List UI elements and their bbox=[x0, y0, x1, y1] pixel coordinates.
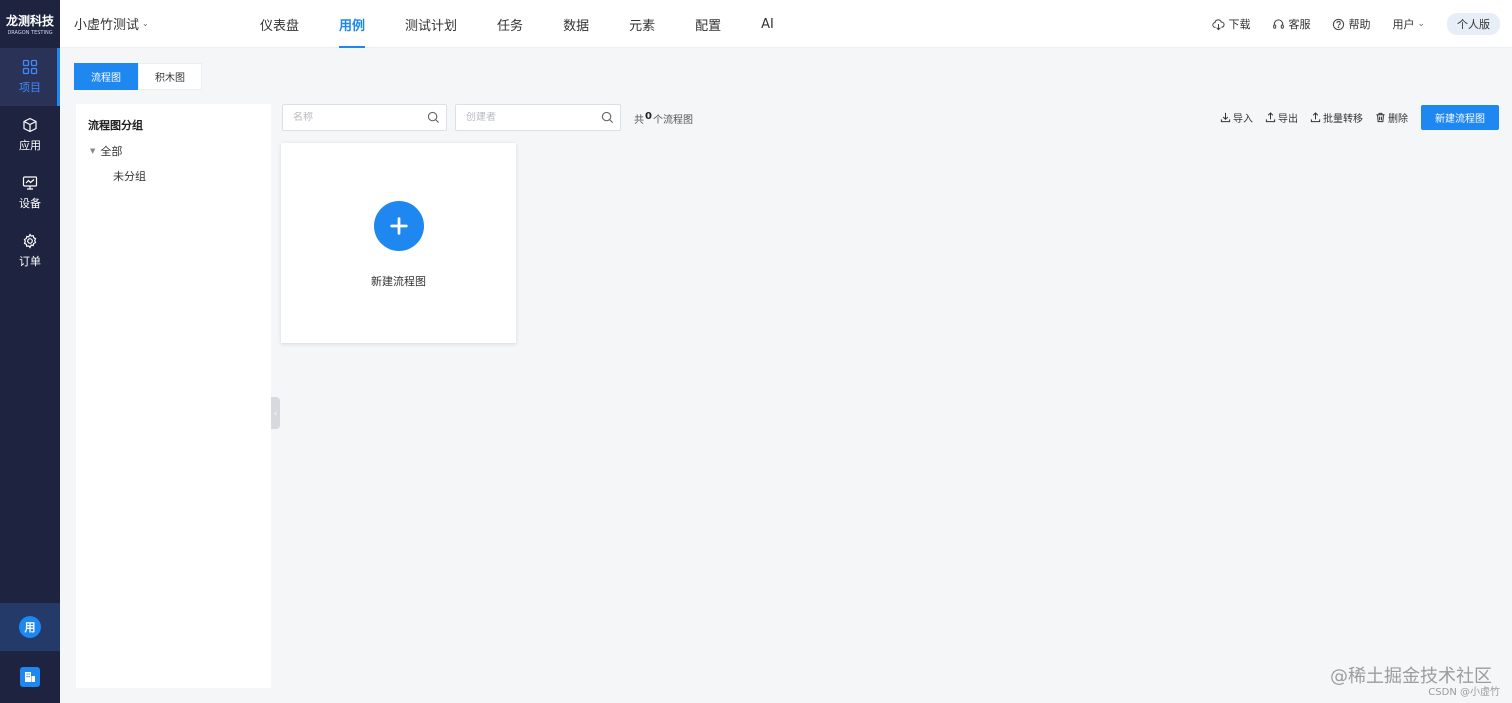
caret-down-icon: ▼ bbox=[90, 147, 96, 155]
creator-search bbox=[455, 104, 621, 131]
toggle-flowchart[interactable]: 流程图 bbox=[74, 63, 138, 90]
headset-icon bbox=[1273, 18, 1285, 29]
group-all[interactable]: ▼ 全部 bbox=[90, 143, 122, 159]
count-suffix: 个流程图 bbox=[652, 115, 693, 126]
sidebar-item-label: 设备 bbox=[19, 197, 41, 210]
tab-data[interactable]: 数据 bbox=[553, 0, 599, 48]
sidebar-item-label: 项目 bbox=[19, 81, 41, 94]
count-value: 0 bbox=[645, 111, 652, 122]
cloud-download-icon bbox=[1212, 18, 1226, 30]
grid-icon bbox=[22, 59, 38, 75]
sidebar-item-apps[interactable]: 应用 bbox=[0, 106, 60, 164]
help-label: 帮助 bbox=[1348, 18, 1371, 31]
brand-name: 龙测科技 bbox=[5, 14, 54, 28]
chevron-down-icon: ⌄ bbox=[142, 19, 149, 28]
service-label: 客服 bbox=[1288, 18, 1311, 31]
avatar: 用 bbox=[19, 616, 41, 638]
top-header: 小虚竹测试 ⌄ 仪表盘 用例 测试计划 任务 数据 元素 配置 AI 下载 客服… bbox=[60, 0, 1512, 48]
import-icon bbox=[1220, 112, 1231, 123]
batch-move-label: 批量转移 bbox=[1323, 114, 1363, 125]
count-prefix: 共 bbox=[634, 115, 644, 126]
group-panel-title: 流程图分组 bbox=[88, 119, 143, 132]
view-toggle: 流程图 积木图 bbox=[74, 63, 202, 90]
watermark-subtext: CSDN @小虚竹 bbox=[1428, 687, 1500, 698]
import-button[interactable]: 导入 bbox=[1220, 110, 1253, 125]
group-panel: 流程图分组 ▼ 全部 未分组 bbox=[76, 104, 271, 688]
brand-logo[interactable]: 龙测科技 DRAGON TESTING bbox=[0, 0, 60, 48]
top-nav: 仪表盘 用例 测试计划 任务 数据 元素 配置 AI bbox=[250, 0, 804, 48]
new-flowchart-card[interactable]: 新建流程图 bbox=[281, 143, 516, 343]
left-sidebar: 龙测科技 DRAGON TESTING 项目 应用 设备 订单 用 bbox=[0, 0, 60, 703]
sidebar-item-label: 订单 bbox=[19, 255, 41, 268]
upload-icon bbox=[1310, 112, 1321, 123]
tab-test-plan[interactable]: 测试计划 bbox=[395, 0, 467, 48]
sidebar-item-devices[interactable]: 设备 bbox=[0, 164, 60, 222]
user-label: 用户 bbox=[1392, 18, 1415, 31]
tab-dashboard[interactable]: 仪表盘 bbox=[250, 0, 309, 48]
company-button[interactable] bbox=[0, 651, 60, 703]
search-icon[interactable] bbox=[601, 111, 614, 124]
sidebar-item-project[interactable]: 项目 bbox=[0, 48, 60, 106]
export-label: 导出 bbox=[1278, 114, 1298, 125]
tab-ai[interactable]: AI bbox=[751, 0, 784, 48]
tab-config[interactable]: 配置 bbox=[685, 0, 731, 48]
import-label: 导入 bbox=[1233, 114, 1253, 125]
tab-tasks[interactable]: 任务 bbox=[487, 0, 533, 48]
project-selector[interactable]: 小虚竹测试 ⌄ bbox=[74, 14, 149, 33]
sidebar-item-label: 应用 bbox=[19, 139, 41, 152]
help-icon bbox=[1333, 18, 1345, 30]
user-menu[interactable]: 用 bbox=[0, 603, 60, 651]
user-dropdown[interactable]: 用户 ⌄ bbox=[1392, 16, 1425, 32]
export-icon bbox=[1265, 112, 1276, 123]
tab-elements[interactable]: 元素 bbox=[619, 0, 665, 48]
group-all-label: 全部 bbox=[100, 145, 123, 158]
brand-name-en: DRAGON TESTING bbox=[7, 30, 53, 36]
help-link[interactable]: 帮助 bbox=[1332, 16, 1370, 32]
name-search bbox=[282, 104, 447, 131]
delete-label: 删除 bbox=[1388, 114, 1408, 125]
group-ungrouped[interactable]: 未分组 bbox=[113, 168, 146, 184]
new-flowchart-label: 新建流程图 bbox=[371, 275, 426, 288]
toggle-blocks[interactable]: 积木图 bbox=[138, 63, 202, 90]
sidebar-bottom: 用 bbox=[0, 603, 60, 703]
monitor-icon bbox=[22, 176, 38, 190]
header-actions: 下载 客服 帮助 用户 ⌄ 个人版 bbox=[1212, 0, 1500, 48]
plus-icon bbox=[374, 201, 424, 251]
flow-count: 共 0 个流程图 bbox=[634, 111, 693, 126]
download-label: 下载 bbox=[1228, 18, 1251, 31]
chevron-down-icon: ⌄ bbox=[1417, 19, 1425, 29]
name-search-input[interactable] bbox=[283, 112, 427, 123]
export-button[interactable]: 导出 bbox=[1265, 110, 1298, 125]
project-name: 小虚竹测试 bbox=[74, 18, 140, 33]
building-icon bbox=[20, 667, 40, 687]
box-icon bbox=[23, 117, 37, 133]
tab-cases[interactable]: 用例 bbox=[329, 0, 375, 48]
service-link[interactable]: 客服 bbox=[1272, 16, 1310, 32]
creator-search-input[interactable] bbox=[456, 112, 601, 123]
trash-icon bbox=[1376, 112, 1385, 123]
new-flowchart-button[interactable]: 新建流程图 bbox=[1421, 105, 1499, 130]
edition-badge[interactable]: 个人版 bbox=[1447, 13, 1500, 35]
toolbar: 导入 导出 批量转移 删除 bbox=[1220, 104, 1408, 131]
collapse-panel-handle[interactable]: ‹ bbox=[271, 397, 280, 429]
sidebar-item-orders[interactable]: 订单 bbox=[0, 222, 60, 280]
gear-icon bbox=[23, 233, 37, 249]
download-link[interactable]: 下载 bbox=[1212, 16, 1250, 32]
delete-button[interactable]: 删除 bbox=[1375, 110, 1408, 125]
search-icon[interactable] bbox=[427, 111, 440, 124]
batch-move-button[interactable]: 批量转移 bbox=[1310, 110, 1363, 125]
